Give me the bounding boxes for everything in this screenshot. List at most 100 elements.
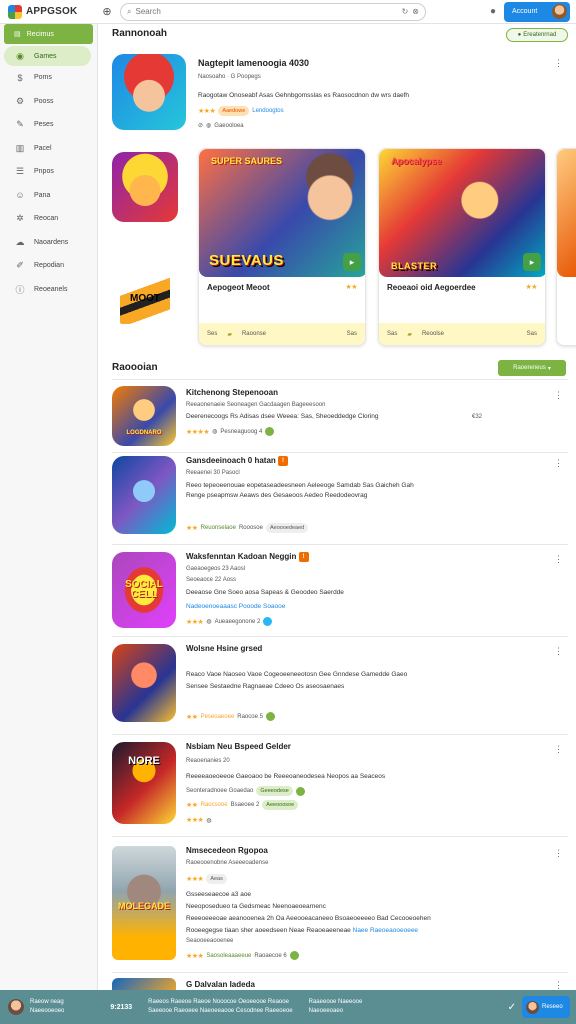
list-title-4[interactable]: Wolsne Hsine grsed [186, 644, 262, 653]
list-title-6[interactable]: Nmsecedeon Rgopoa [186, 846, 268, 855]
list-price-1: €32 [472, 414, 483, 420]
list-link-3[interactable]: Nadeoenoeaaasc Pooode Soaooe [186, 602, 285, 612]
main-content: Rannonoah ● Ereatenrnad Nagtepit lamenoog… [98, 24, 576, 990]
list-sub-2: Reeaenei 30 Pasocl [186, 470, 240, 476]
more-options-icon[interactable]: ⋮ [554, 646, 563, 657]
list-icon-2[interactable] [112, 456, 176, 534]
list-icon-6[interactable]: MOLEGADE [112, 846, 176, 960]
list-desc-2a: Reeo tepeoeenouae eopetaseadeesneen Aele… [186, 482, 414, 489]
sidebar: ▤ Recimus ◉ Games $ Poms ⚙ Pooss ✎ Peses ▥ Pa… [0, 24, 98, 990]
more-options-icon[interactable]: ⋮ [554, 980, 563, 990]
featured-card-1[interactable]: SUPER SAURES SUEVAUS ▸ Aepogeot Meoot ★★… [198, 148, 366, 346]
app-logo[interactable]: APPGSOK [0, 4, 100, 19]
list-icon-3[interactable]: SOCIAL CELL [112, 552, 176, 628]
status-dot [265, 712, 275, 721]
sidebar-item-reocan[interactable]: ✲ Reocan [0, 207, 97, 231]
status-dot [265, 427, 275, 436]
play-icon[interactable]: ▸ [343, 253, 361, 271]
list-title-3[interactable]: Waksfenntan Kadoan Neggin ! [186, 552, 309, 562]
sidebar-item-label: Reocan [34, 215, 59, 223]
featured-card-2[interactable]: Apocalypse BLASTER ▸ Reoeaoi oid Aegoerd… [378, 148, 546, 346]
app-icon-top[interactable] [112, 54, 186, 130]
search-bar[interactable]: ⌕ Search ↻ ⊗ [120, 2, 426, 21]
play-icon[interactable]: ▸ [523, 253, 541, 271]
more-options-icon[interactable]: ⋮ [554, 744, 563, 755]
sidebar-item-label: Pana [34, 191, 51, 199]
list-desc-6b: Neeoposedueo ta Gedsmeac Neenoaeoearnenc [186, 903, 326, 910]
app-icon-side[interactable] [112, 152, 178, 222]
featured-rating-2: ★★ [525, 284, 537, 291]
bottom-account-button[interactable]: Reseeo [522, 996, 570, 1018]
featured-card-3[interactable] [556, 148, 576, 346]
sidebar-item-poms[interactable]: $ Poms [0, 66, 97, 90]
avatar[interactable] [8, 999, 24, 1015]
divider [112, 544, 568, 545]
sidebar-item-peses[interactable]: ✎ Peses [0, 113, 97, 137]
banner-title: SUEVAUS [209, 252, 284, 269]
sidebar-head-button[interactable]: ▤ Recimus [4, 24, 93, 44]
dollar-icon: $ [17, 72, 23, 83]
divider [112, 379, 568, 380]
refresh-icon[interactable]: ↻ [402, 7, 409, 16]
list-filter-button[interactable]: Raoereneus ▾ [498, 360, 566, 376]
app-icon-logo[interactable]: MOOT [120, 276, 170, 324]
sidebar-item-pana[interactable]: ☺ Pana [0, 184, 97, 208]
list-title-1[interactable]: Kitchenong Stepenooan [186, 388, 278, 397]
sidebar-item-games[interactable]: ◉ Games [4, 46, 91, 66]
rating-chip: Aaedowe [218, 106, 250, 116]
sidebar-item-naoardens[interactable]: ☁ Naoardens [0, 231, 97, 255]
avatar [526, 1000, 539, 1014]
list-desc-3: Deeaose Gne Soeo aosa Sapeas & Geoodeo S… [186, 589, 344, 596]
sidebar-item-pooss[interactable]: ⚙ Pooss [0, 90, 97, 114]
menu-icon[interactable]: ⊕ [100, 5, 114, 18]
more-options-icon[interactable]: ⋮ [554, 848, 563, 859]
more-options-icon[interactable]: ⋮ [554, 458, 563, 469]
search-input[interactable]: Search [135, 7, 397, 16]
bottom-score: 9:2133 [110, 1003, 133, 1011]
divider [112, 734, 568, 735]
list-icon-4[interactable] [112, 644, 176, 722]
check-circle-icon[interactable]: ✓ [508, 1002, 516, 1013]
sidebar-item-label: Pooss [34, 97, 54, 105]
list-title-2[interactable]: Gansdeeinoach 0 hatan ! [186, 456, 289, 466]
shield-icon: ◍ [206, 817, 212, 824]
chevron-down-icon: ▾ [547, 365, 551, 372]
more-options-icon[interactable]: ⋮ [554, 58, 563, 69]
rating-stars: ★★★ [186, 876, 204, 883]
list-icon-5[interactable]: NORE [112, 742, 176, 824]
bottom-right-links: Raaeeooe Naeeooe Naeoeeoaeo [308, 999, 363, 1014]
cloud-icon: ☁ [15, 236, 25, 247]
featured-title-1[interactable]: Aepogeot Meoot [207, 283, 270, 292]
featured-title-2[interactable]: Reoeaoi oid Aegoerdee [387, 283, 476, 292]
more-options-icon[interactable]: ⋮ [554, 554, 563, 565]
edit-icon: ✐ [16, 260, 24, 271]
more-options-icon[interactable]: ⋮ [554, 390, 563, 401]
top-app-title[interactable]: Nagtepit lamenoogia 4030 [198, 58, 309, 68]
top-app-desc: Raogotaw Onoseabf Asas Gehnbgomsslas es … [198, 92, 410, 99]
sidebar-item-repodian[interactable]: ✐ Repodian [0, 254, 97, 278]
sidebar-item-pnpos[interactable]: ☰ Pnpos [0, 160, 97, 184]
rating-link[interactable]: Lendoogtos [252, 108, 283, 114]
account-label: Account [512, 8, 538, 15]
list-icon-1[interactable]: LOGDNARO [112, 386, 176, 446]
sidebar-item-reoeanels[interactable]: ⓘ Reoeanels [0, 278, 97, 302]
status-dot [289, 951, 299, 960]
list-icon-7[interactable] [112, 978, 176, 990]
list-title-7[interactable]: G Dalvalan Iadeda [186, 980, 255, 989]
menu-grid-icon: ▤ [14, 31, 21, 38]
people-icon: ☺ [15, 190, 25, 201]
list-desc-6c: Reeeoeeeoae aeanooenea 2h Oa Aeeooeacane… [186, 915, 431, 922]
account-button[interactable]: Account [504, 1, 570, 22]
recommended-heading: Rannonoah [112, 28, 167, 39]
top-app-meta: Gaeooloea [214, 122, 244, 129]
list-title-5[interactable]: Nsbiam Neu Bspeed Gelder [186, 742, 291, 751]
sidebar-item-pacel[interactable]: ▥ Pacel [0, 137, 97, 161]
list-sub-5: Reaoenanies 20 [186, 758, 230, 764]
shield-icon: ◍ [206, 123, 212, 129]
notification-icon[interactable]: ● [490, 6, 496, 17]
gamepad-icon: ◉ [16, 50, 24, 61]
new-tag-icon: ! [278, 456, 289, 466]
clear-icon[interactable]: ⊗ [412, 7, 419, 16]
status-dot [295, 786, 305, 796]
recommended-badge[interactable]: ● Ereatenrnad [506, 28, 568, 42]
